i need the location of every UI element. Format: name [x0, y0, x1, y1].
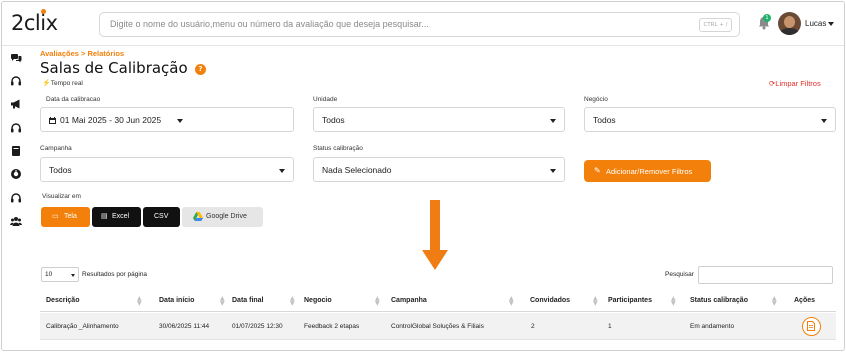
sort-icon[interactable]: ▲ ▼	[593, 296, 598, 307]
notification-badge: 1	[763, 14, 771, 22]
date-range-value: 01 Mai 2025 - 30 Jun 2025	[60, 115, 162, 125]
table-row[interactable]: Calibração _Alinhamento 30/06/2025 11:44…	[40, 313, 836, 340]
page-title: Salas de Calibração	[40, 59, 188, 77]
date-range-picker[interactable]: 01 Mai 2025 - 30 Jun 2025	[40, 107, 294, 132]
view-google-drive-button[interactable]: Google Drive	[182, 207, 263, 227]
breadcrumb[interactable]: Avaliações > Relatórios	[40, 49, 124, 58]
column-status[interactable]: Status calibração	[690, 297, 748, 304]
campaign-value: Todos	[49, 165, 72, 175]
business-value: Todos	[593, 115, 616, 125]
date-label: Data da calibracao	[46, 96, 101, 103]
google-drive-icon	[193, 212, 203, 221]
book-icon[interactable]	[10, 145, 22, 157]
add-remove-filters-button[interactable]: ✎ Adicionar/Remover Filtros	[584, 160, 711, 182]
campaign-label: Campanha	[40, 145, 72, 152]
chevron-down-icon	[550, 169, 556, 173]
unit-value: Todos	[322, 115, 345, 125]
global-search-input[interactable]: Digite o nome do usuário,menu ou número …	[99, 12, 740, 37]
logo[interactable]: 2clix	[11, 9, 58, 35]
status-label: Status calibração	[313, 145, 363, 152]
column-participants[interactable]: Participantes	[608, 297, 652, 304]
pencil-icon: ✎	[594, 166, 601, 175]
business-select[interactable]: Todos	[584, 107, 836, 132]
logo-dot	[41, 9, 46, 14]
unit-label: Unidade	[313, 96, 338, 103]
chevron-down-icon	[550, 119, 556, 123]
table-search-input[interactable]	[698, 266, 833, 284]
user-name[interactable]: Lucas	[805, 19, 826, 28]
document-icon	[807, 321, 815, 331]
avatar[interactable]	[778, 12, 801, 35]
down-arrow-annotation-head	[422, 250, 448, 270]
table-header: Descrição ▲ ▼ Data início ▲ ▼ Data final ▲…	[40, 292, 836, 312]
column-description[interactable]: Descrição	[46, 297, 79, 304]
search-placeholder: Digite o nome do usuário,menu ou número …	[110, 19, 429, 29]
clear-filters-link[interactable]: ⟳Limpar Filtros	[769, 79, 821, 88]
sort-icon[interactable]: ▲ ▼	[220, 296, 225, 307]
monitor-icon: ▭	[52, 213, 59, 220]
cell-status: Em andamento	[690, 323, 735, 330]
campaign-select[interactable]: Todos	[40, 157, 294, 182]
cell-end-date: 01/07/2025 12:30	[232, 323, 283, 330]
users-icon[interactable]	[10, 215, 22, 227]
cell-description: Calibração _Alinhamento	[46, 323, 119, 330]
sidebar	[2, 46, 31, 350]
per-page-select[interactable]: 10	[41, 267, 79, 282]
column-business[interactable]: Negocio	[304, 297, 332, 304]
column-end-date[interactable]: Data final	[232, 297, 264, 304]
chevron-down-icon	[177, 119, 183, 123]
cell-guests: 2	[531, 323, 535, 330]
chat-icon[interactable]	[10, 52, 22, 64]
chevron-down-icon	[821, 119, 827, 123]
cell-campaign: ControlGlobal Soluções & Filiais	[391, 323, 484, 330]
cell-start-date: 30/06/2025 11:44	[159, 323, 210, 330]
table-search-label: Pesquisar	[665, 271, 694, 278]
report-action-button[interactable]	[802, 317, 821, 336]
sort-icon[interactable]: ▲ ▼	[671, 296, 676, 307]
chevron-down-icon	[279, 169, 285, 173]
column-campaign[interactable]: Campanha	[391, 297, 427, 304]
shortcut-hint: CTRL + /	[699, 18, 732, 32]
status-value: Nada Selecionado	[322, 165, 392, 175]
sort-icon[interactable]: ▲ ▼	[137, 296, 142, 307]
per-page-label: Resultados por página	[82, 271, 148, 278]
top-bar: 2clix Digite o nome do usuário,menu ou n…	[2, 2, 844, 46]
down-arrow-annotation	[430, 200, 440, 252]
status-select[interactable]: Nada Selecionado	[313, 157, 565, 182]
business-label: Negócio	[584, 96, 608, 103]
cell-participants: 1	[608, 323, 612, 330]
help-icon[interactable]: ?	[195, 64, 206, 75]
column-start-date[interactable]: Data início	[159, 297, 194, 304]
view-excel-button[interactable]: ▤ Excel	[92, 207, 141, 227]
view-screen-button[interactable]: ▭ Tela	[41, 207, 90, 227]
file-icon: ▤	[101, 213, 108, 220]
sort-icon[interactable]: ▲ ▼	[509, 296, 514, 307]
sort-icon[interactable]: ▲ ▼	[290, 296, 295, 307]
headset-icon[interactable]	[10, 192, 22, 204]
cell-business: Feedback 2 etapas	[304, 323, 360, 330]
calendar-icon	[49, 117, 56, 124]
headset-icon[interactable]	[10, 75, 22, 87]
view-csv-button[interactable]: CSV	[143, 207, 180, 227]
chevron-down-icon	[71, 274, 75, 277]
sort-icon[interactable]: ▲ ▼	[772, 296, 777, 307]
unit-select[interactable]: Todos	[313, 107, 565, 132]
bolt-icon: ⚡	[42, 80, 51, 87]
realtime-indicator: ⚡Tempo real	[42, 80, 83, 87]
gauge-icon[interactable]	[10, 168, 22, 180]
headset-icon[interactable]	[10, 122, 22, 134]
chevron-down-icon[interactable]	[828, 22, 834, 26]
megaphone-icon[interactable]	[10, 98, 22, 110]
view-label: Visualizar em	[42, 193, 81, 200]
app-frame: 2clix Digite o nome do usuário,menu ou n…	[1, 1, 845, 351]
sort-icon[interactable]: ▲ ▼	[375, 296, 380, 307]
column-actions: Ações	[794, 297, 816, 304]
column-guests[interactable]: Convidados	[530, 297, 570, 304]
